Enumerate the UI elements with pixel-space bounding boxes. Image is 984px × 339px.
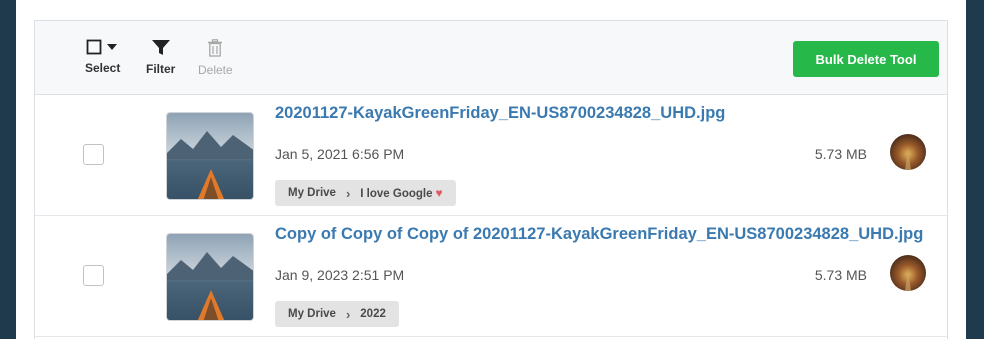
breadcrumb-item[interactable]: I love Google ♥ xyxy=(360,186,442,200)
row-checkbox[interactable] xyxy=(83,144,104,165)
filter-icon xyxy=(151,40,170,55)
kayak-image-icon xyxy=(167,234,253,320)
breadcrumb-item[interactable]: 2022 xyxy=(360,308,386,320)
select-button[interactable]: Select xyxy=(85,39,120,75)
trash-icon xyxy=(208,39,223,57)
file-date: Jan 5, 2021 6:56 PM xyxy=(275,146,405,162)
file-row: Copy of Copy of Copy of 20201127-KayakGr… xyxy=(35,217,947,337)
filter-button[interactable]: Filter xyxy=(146,39,175,76)
chevron-right-icon: › xyxy=(345,185,351,201)
filter-label: Filter xyxy=(146,62,176,76)
delete-label: Delete xyxy=(198,63,233,77)
main-panel: Select Filter Delete Bulk Delete Tool 20… xyxy=(16,0,966,339)
bulk-delete-tool-button[interactable]: Bulk Delete Tool xyxy=(793,41,939,77)
file-name-link[interactable]: Copy of Copy of Copy of 20201127-KayakGr… xyxy=(275,225,923,244)
kayak-image-icon xyxy=(167,113,253,199)
breadcrumb-item[interactable]: My Drive xyxy=(288,187,336,199)
file-thumbnail[interactable] xyxy=(166,233,254,321)
file-row: 20201127-KayakGreenFriday_EN-US870023482… xyxy=(35,96,947,216)
avatar-image-icon xyxy=(890,134,926,170)
file-thumbnail[interactable] xyxy=(166,112,254,200)
toolbar: Select Filter Delete Bulk Delete Tool xyxy=(35,21,947,95)
select-label: Select xyxy=(85,61,121,75)
owner-avatar[interactable] xyxy=(890,134,926,170)
row-checkbox[interactable] xyxy=(83,265,104,286)
file-name-link[interactable]: 20201127-KayakGreenFriday_EN-US870023482… xyxy=(275,104,725,123)
owner-avatar[interactable] xyxy=(890,255,926,291)
file-size: 5.73 MB xyxy=(814,267,867,283)
avatar-image-icon xyxy=(890,255,926,291)
breadcrumb: My Drive › I love Google ♥ xyxy=(275,180,456,206)
delete-button[interactable]: Delete xyxy=(198,39,233,77)
breadcrumb-item[interactable]: My Drive xyxy=(288,308,336,320)
file-date: Jan 9, 2023 2:51 PM xyxy=(275,267,405,283)
file-size: 5.73 MB xyxy=(814,146,867,162)
file-list-card: Select Filter Delete Bulk Delete Tool 20… xyxy=(34,20,948,339)
heart-icon: ♥ xyxy=(435,186,443,200)
chevron-right-icon: › xyxy=(345,306,351,322)
checkbox-dropdown-icon xyxy=(86,39,117,55)
breadcrumb: My Drive › 2022 xyxy=(275,301,399,327)
